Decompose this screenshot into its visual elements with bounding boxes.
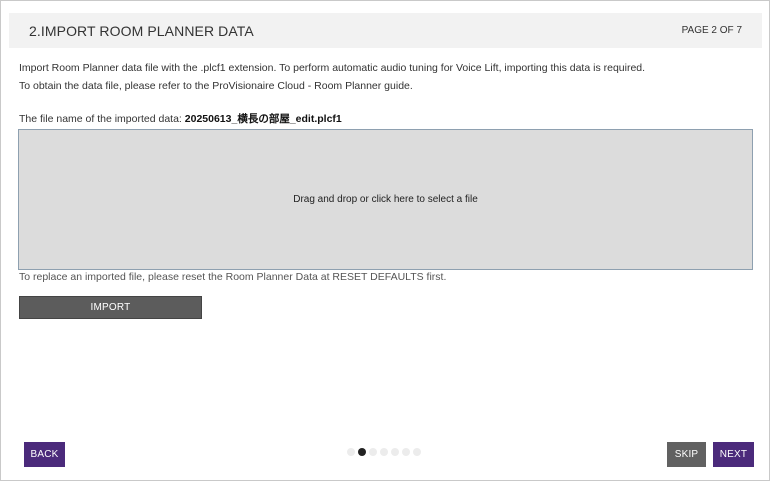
import-button[interactable]: IMPORT [19,296,202,319]
imported-file-info: The file name of the imported data: 2025… [19,111,342,126]
wizard-window: 2.IMPORT ROOM PLANNER DATA PAGE 2 OF 7 I… [0,0,770,481]
page-dot-3 [369,448,377,456]
replace-note: To replace an imported file, please rese… [19,271,447,283]
dropzone-text: Drag and drop or click here to select a … [293,194,478,205]
next-button[interactable]: NEXT [713,442,754,467]
imported-file-label: The file name of the imported data: [19,113,185,125]
file-dropzone[interactable]: Drag and drop or click here to select a … [18,129,753,270]
skip-button[interactable]: SKIP [667,442,706,467]
page-indicator: PAGE 2 OF 7 [681,25,742,36]
page-dot-2-active [358,448,366,456]
page-title: 2.IMPORT ROOM PLANNER DATA [29,23,254,39]
description-line-1: Import Room Planner data file with the .… [19,62,646,74]
imported-file-name: 20250613_横長の部屋_edit.plcf1 [184,113,342,125]
wizard-header: 2.IMPORT ROOM PLANNER DATA PAGE 2 OF 7 [9,13,762,48]
pagination-dots [347,448,421,456]
page-dot-4 [380,448,388,456]
back-button[interactable]: BACK [24,442,65,467]
page-dot-5 [391,448,399,456]
page-dot-1 [347,448,355,456]
description-line-2: To obtain the data file, please refer to… [19,80,413,92]
page-dot-7 [413,448,421,456]
page-dot-6 [402,448,410,456]
